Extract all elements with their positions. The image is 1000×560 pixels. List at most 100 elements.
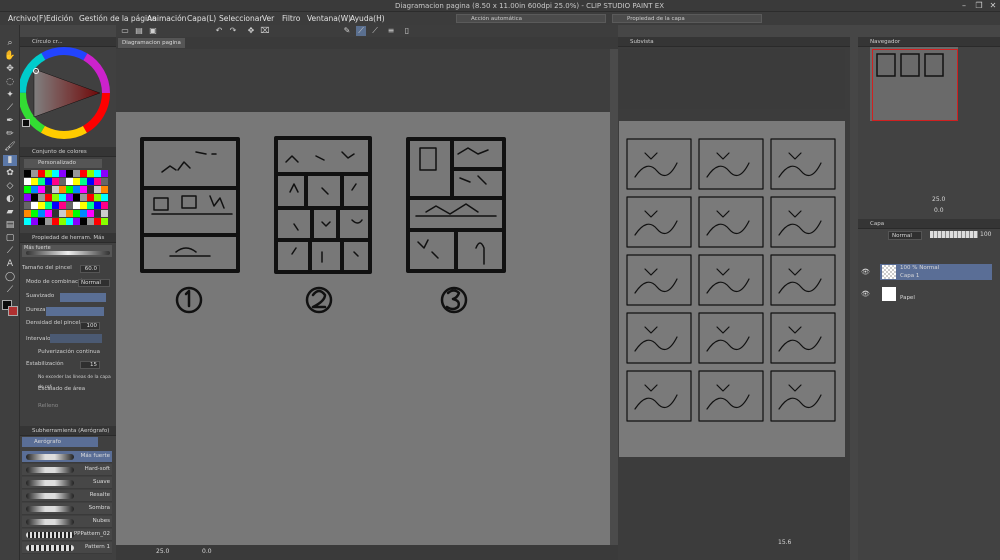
hand-icon[interactable]: ✋ xyxy=(3,51,17,62)
color-swatch[interactable] xyxy=(66,202,73,209)
subtool-resalte[interactable]: Resalte xyxy=(22,490,112,502)
save-icon[interactable]: ▣ xyxy=(148,26,158,36)
vector-icon[interactable]: ⟋ xyxy=(370,26,380,36)
color-swatch[interactable] xyxy=(101,194,108,201)
eyedropper-icon[interactable]: ⟋ xyxy=(3,103,17,114)
menu-archivo[interactable]: Archivo(F) xyxy=(8,14,46,23)
blend-icon[interactable]: ◐ xyxy=(3,194,17,205)
maximize-icon[interactable]: ❐ xyxy=(972,1,986,11)
color-swatch[interactable] xyxy=(31,186,38,193)
color-swatch[interactable] xyxy=(66,186,73,193)
color-wheel[interactable] xyxy=(20,47,116,143)
color-swatch[interactable] xyxy=(73,186,80,193)
color-swatch[interactable] xyxy=(52,170,59,177)
color-swatch[interactable] xyxy=(52,202,59,209)
color-swatch[interactable] xyxy=(94,170,101,177)
density-field[interactable]: 100 xyxy=(80,322,100,330)
color-swatch[interactable] xyxy=(59,178,66,185)
tab-layer-property[interactable]: Propiedad de la capa xyxy=(612,14,762,23)
color-swatch[interactable] xyxy=(66,210,73,217)
clear-icon[interactable]: ⌧ xyxy=(260,26,270,36)
color-swatch[interactable] xyxy=(66,194,73,201)
subtool-pppattern[interactable]: PPPattern_02 xyxy=(22,529,112,541)
color-swatch[interactable] xyxy=(73,194,80,201)
color-swatch[interactable] xyxy=(59,186,66,193)
color-swatch[interactable] xyxy=(80,170,87,177)
color-swatch[interactable] xyxy=(80,202,87,209)
decoration-icon[interactable]: ✿ xyxy=(3,168,17,179)
color-swatch[interactable] xyxy=(38,186,45,193)
color-swatch[interactable] xyxy=(31,210,38,217)
frame-icon[interactable]: ▢ xyxy=(3,233,17,244)
color-swatch[interactable] xyxy=(52,186,59,193)
color-swatch[interactable] xyxy=(52,178,59,185)
fill-icon[interactable]: ▰ xyxy=(3,207,17,218)
color-swatch-grid[interactable] xyxy=(24,170,110,226)
color-swatch[interactable] xyxy=(59,218,66,225)
layer-blend-select[interactable]: Normal xyxy=(888,231,922,240)
subtool-pattern-1[interactable]: Pattern 1 xyxy=(22,542,112,554)
color-swatch[interactable] xyxy=(80,194,87,201)
color-swatch[interactable] xyxy=(87,186,94,193)
color-swatch[interactable] xyxy=(24,178,31,185)
color-swatch[interactable] xyxy=(73,202,80,209)
color-swatch[interactable] xyxy=(59,210,66,217)
minimize-icon[interactable]: – xyxy=(957,1,971,11)
color-swatch[interactable] xyxy=(24,186,31,193)
text-icon[interactable]: A xyxy=(3,259,17,270)
color-swatch[interactable] xyxy=(101,210,108,217)
color-swatch[interactable] xyxy=(59,202,66,209)
color-swatch[interactable] xyxy=(24,170,31,177)
gradient-icon[interactable]: ▤ xyxy=(3,220,17,231)
color-swatch[interactable] xyxy=(94,202,101,209)
layer-row-capa-1[interactable]: 100 % Normal Capa 1 xyxy=(880,264,992,280)
eye-icon[interactable]: 👁 xyxy=(861,268,870,276)
subtool-hard-soft[interactable]: Hard-soft xyxy=(22,464,112,476)
balloon-icon[interactable]: ◯ xyxy=(3,272,17,283)
pen-mode-icon[interactable]: ✎ xyxy=(342,26,352,36)
subview-zoom[interactable]: 15.6 xyxy=(778,539,791,546)
color-swatch[interactable] xyxy=(31,218,38,225)
document-tab[interactable]: Diagramacion pagina xyxy=(118,38,185,48)
color-swatch[interactable] xyxy=(24,210,31,217)
color-swatch[interactable] xyxy=(101,178,108,185)
subview-canvas[interactable] xyxy=(619,121,845,457)
current-color-icon[interactable] xyxy=(22,119,30,127)
color-swatch[interactable] xyxy=(45,202,52,209)
color-swatch[interactable] xyxy=(52,210,59,217)
interval-selector[interactable] xyxy=(50,334,102,343)
lasso-icon[interactable]: ◌ xyxy=(3,77,17,88)
menu-ventana[interactable]: Ventana(W) xyxy=(307,14,351,23)
redo-icon[interactable]: ↷ xyxy=(228,26,238,36)
stabilize-icon[interactable]: ⟋ xyxy=(356,26,366,36)
subtool-mas-fuerte[interactable]: Más fuerte xyxy=(22,451,112,463)
navigator-preview[interactable] xyxy=(870,47,958,121)
color-swatch[interactable] xyxy=(38,210,45,217)
color-swatch[interactable] xyxy=(87,218,94,225)
eraser-icon[interactable]: ◇ xyxy=(3,181,17,192)
navigator-zoom[interactable]: 25.0 xyxy=(932,196,945,203)
color-set-dropdown[interactable]: Personalizado xyxy=(24,159,102,168)
navigator-rotation[interactable]: 0.0 xyxy=(934,207,944,214)
color-swatch[interactable] xyxy=(31,178,38,185)
color-swatch[interactable] xyxy=(52,218,59,225)
area-scale-checkbox[interactable]: Escalado de área xyxy=(22,384,114,394)
color-swatch[interactable] xyxy=(45,178,52,185)
color-swatch[interactable] xyxy=(66,170,73,177)
color-swatch[interactable] xyxy=(45,170,52,177)
color-swatch[interactable] xyxy=(38,202,45,209)
menu-capa[interactable]: Capa(L) xyxy=(187,14,216,23)
color-swatch[interactable] xyxy=(45,194,52,201)
color-swatch[interactable] xyxy=(101,186,108,193)
menu-ayuda[interactable]: Ayuda(H) xyxy=(350,14,385,23)
subtool-group-airbrush[interactable]: Aerógrafo xyxy=(22,437,98,447)
open-icon[interactable]: ▤ xyxy=(134,26,144,36)
close-icon[interactable]: ✕ xyxy=(986,1,1000,11)
color-swatch[interactable] xyxy=(31,202,38,209)
color-swatch[interactable] xyxy=(73,170,80,177)
phone-icon[interactable]: ▯ xyxy=(402,26,412,36)
layer-opacity-slider[interactable] xyxy=(930,231,978,238)
fill-checkbox[interactable]: Relleno xyxy=(22,401,114,411)
subtool-suave[interactable]: Suave xyxy=(22,477,112,489)
blend-mode-select[interactable]: Normal xyxy=(78,279,110,287)
